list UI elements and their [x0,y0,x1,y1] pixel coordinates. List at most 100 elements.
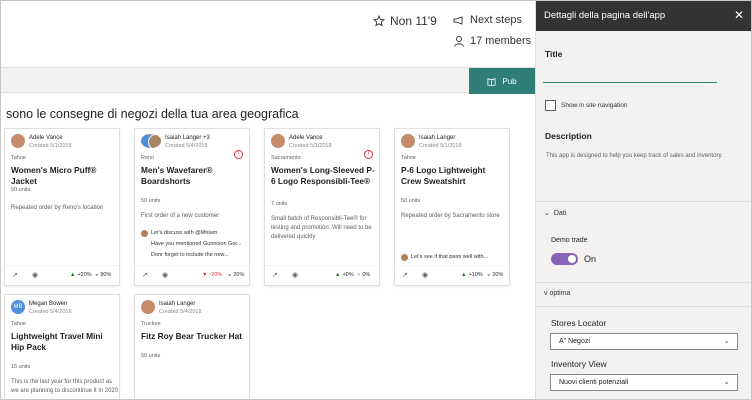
avatar [271,134,285,148]
megaphone-icon [453,16,463,25]
views-icon: ◉ [162,272,169,279]
card-author: Megan Bowen [29,301,68,307]
card-description: Repeated order by Sacramento store [401,213,500,219]
share-icon[interactable]: ↗ [142,271,148,279]
trend-down-icon: ▼ [202,272,208,278]
group-dati-toggle[interactable]: ⌄ Dati [544,209,566,218]
card-footer: ↗ ◉ ▲ +20% ◒ 80% [5,265,119,285]
card-description: Small batch of Responsibli-Tee® for test… [271,216,372,240]
section-title: sono le consegne di negozi della tua are… [6,107,299,121]
avatar [11,134,25,148]
stat-change: +20% [77,272,92,278]
avatar [141,300,155,314]
title-input[interactable] [543,69,717,83]
order-card[interactable]: Adele Vance Created 5/1/2018 ! Sacramento… [264,128,380,286]
card-date: Created 5/4/2018 [159,309,202,315]
order-card[interactable]: MB Megan Bowen Created 5/4/2018 Tahoe Lig… [4,294,120,399]
demo-trade-toggle[interactable] [551,253,578,265]
card-date: Created 5/1/2018 [29,143,72,149]
views-icon: ◉ [422,272,429,279]
divider [536,306,751,307]
share-icon[interactable]: ↗ [402,271,408,279]
card-footer: ↗ ◉ ▲ +10% ◒ 20% [395,265,509,285]
order-card[interactable]: Isaiah Langer Created 5/1/2018 Tahoe P-6 … [394,128,510,286]
show-in-nav-label: Show in site navigation [561,102,628,109]
share-icon[interactable]: ↗ [272,271,278,279]
card-date: Created 5/1/2018 [419,143,462,149]
order-card[interactable]: Adele Vance Created 5/1/2018 Tahoe Women'… [4,128,120,286]
divider [536,201,751,202]
stat-percent: 80% [100,272,112,278]
card-title: Women's Micro Puff® Jacket [11,165,97,186]
publish-button[interactable]: Pub [469,68,535,94]
card-author: Adele Vance [289,135,323,141]
stores-locator-dropdown[interactable]: A" Negozi ⌄ [550,333,738,350]
divider [536,282,751,283]
card-date: Created 5/4/2018 [29,309,72,315]
comment-text: Let's discuss with @Miriam [151,230,218,236]
avatar [401,134,415,148]
avatar [141,230,148,237]
comment-text: Have you mentioned Gunnison Gor... [151,241,242,247]
card-units: 50 units [141,353,161,359]
toggle-state-label: On [584,254,597,264]
show-in-nav-checkbox[interactable]: Show in site navigation [545,100,628,111]
members-label: 17 members [470,35,532,47]
members-button[interactable]: 17 members [453,35,531,47]
stat-percent: 20% [492,272,504,278]
inventory-view-dropdown[interactable]: Nuovi clienti potenziali ⌄ [550,374,738,391]
stat-percent: 20% [233,272,245,278]
card-title: P-6 Logo Lightweight Crew Sweatshirt [401,165,486,186]
inventory-view-label: Inventory View [551,359,607,369]
comment-text: Let's see if that pairs well with... [411,254,489,260]
group-optima-toggle[interactable]: v optima [544,290,570,297]
avatar [401,254,408,261]
avatar [141,134,161,148]
description-label: Description [545,131,592,141]
card-description: First order of a new customer [141,213,220,219]
card-location: Truckee [141,321,161,327]
card-location: Reno [141,155,155,161]
checkbox-box[interactable] [545,100,556,111]
card-author: Adele Vance [29,135,63,141]
close-icon[interactable]: ✕ [734,8,744,22]
card-title: Men's Wavefarer® Boardshorts [141,165,213,186]
star-icon [373,15,385,27]
follow-button[interactable]: Non 11'9 [373,14,437,28]
share-icon[interactable]: ↗ [12,271,18,279]
card-location: Tahoe [11,155,26,161]
gauge-icon: ◒ [95,272,99,278]
card-description: Repeated order by Reno's location [11,205,104,211]
order-card[interactable]: Isaiah Langer +3 Created 5/4/2018 ! Reno … [134,128,250,286]
next-steps-label: Next steps [470,14,522,26]
card-location: Tahoe [401,155,416,161]
description-text[interactable]: This app is designed to help you keep tr… [546,151,726,161]
comment: Let's see if that pairs well with... [401,254,509,261]
card-date: Created 5/1/2018 [289,143,332,149]
person-icon [454,36,464,47]
order-card[interactable]: Isaiah Langer Created 5/4/2018 Truckee Fi… [134,294,250,399]
card-title: Lightweight Travel Mini Hip Pack [11,331,103,352]
stores-locator-value: A" Negozi [559,338,590,345]
next-steps-button[interactable]: Next steps [453,14,522,26]
stores-locator-label: Stores Locator [551,318,607,328]
card-author: Isaiah Langer +3 [165,135,210,141]
comment-text: Donr forget to include the new... [151,252,229,258]
card-footer: ↗ ◉ ▲ +0% ○ 0% [265,265,379,285]
comment: Donr forget to include the new... [151,252,249,258]
gauge-icon: ◒ [228,272,232,278]
card-author: Isaiah Langer [419,135,456,141]
panel-header: Dettagli della pagina dell'app ✕ [536,1,751,31]
card-location: Sacramento [271,155,301,161]
stat-change: +10% [468,272,483,278]
card-units: 7 units [271,201,288,207]
views-icon: ◉ [32,272,39,279]
chevron-down-icon: ⌄ [723,377,730,386]
page-header: Non 11'9 Next steps 17 members [1,1,535,67]
group-optima-label: v optima [544,290,571,297]
card-title: Fitz Roy Bear Trucker Hat [141,331,242,341]
card-units: 15 units [11,364,31,370]
follow-label: Non 11'9 [390,14,437,28]
card-author: Isaiah Langer [159,301,196,307]
comment: Let's discuss with @Miriam [141,230,249,237]
